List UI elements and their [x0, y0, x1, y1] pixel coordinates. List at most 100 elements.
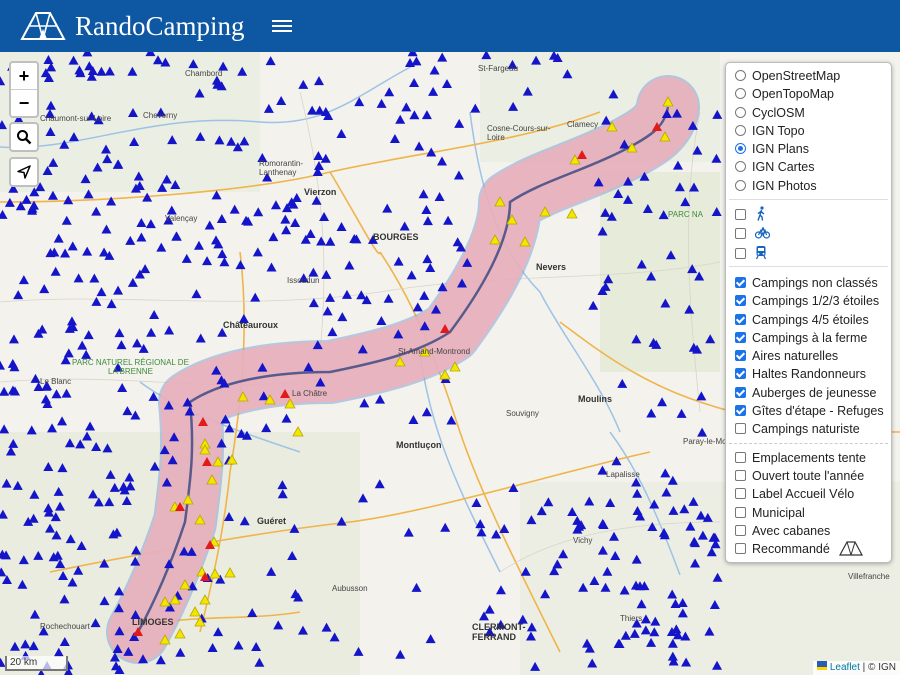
radio-ign-photos[interactable] — [735, 180, 746, 191]
leaflet-link[interactable]: Leaflet — [830, 662, 860, 673]
campsite-marker[interactable] — [216, 213, 227, 223]
campsite-marker[interactable] — [281, 225, 292, 235]
campsite-marker[interactable] — [61, 388, 72, 398]
campsite-marker[interactable] — [495, 585, 506, 595]
campsite-marker[interactable] — [191, 289, 202, 299]
campsite-marker[interactable] — [8, 334, 19, 344]
category-auberges-de-jeunesse[interactable]: Auberges de jeunesse — [735, 384, 876, 402]
campsite-marker[interactable] — [429, 65, 440, 75]
campsite-marker[interactable] — [418, 189, 429, 199]
option-avec-cabanes[interactable]: Avec cabanes — [735, 522, 830, 540]
campsite-marker[interactable] — [219, 257, 230, 267]
campsite-marker[interactable] — [96, 287, 107, 297]
campsite-marker[interactable] — [454, 118, 465, 128]
campsite-marker[interactable] — [39, 284, 50, 294]
checkbox-accueil-velo[interactable] — [735, 488, 746, 499]
category-aires-naturelles[interactable]: Aires naturelles — [735, 347, 838, 365]
campsite-marker[interactable] — [672, 160, 683, 170]
campsite-marker[interactable] — [336, 128, 347, 138]
campsite-marker[interactable] — [441, 78, 452, 88]
checkbox-ouvert-annee[interactable] — [735, 470, 746, 481]
campsite-marker[interactable] — [30, 373, 41, 383]
category-campings-naturiste[interactable]: Campings naturiste — [735, 420, 860, 438]
checkbox-haltes-randonneurs[interactable] — [735, 368, 746, 379]
campsite-marker[interactable] — [421, 204, 432, 214]
radio-ign-plans[interactable] — [735, 143, 746, 154]
filter-hiking[interactable] — [735, 206, 767, 224]
campsite-marker[interactable] — [57, 416, 68, 426]
campsite-marker[interactable] — [66, 316, 77, 326]
campsite-marker[interactable] — [307, 105, 318, 115]
campsite-marker[interactable] — [319, 212, 330, 222]
campsite-marker[interactable] — [399, 221, 410, 231]
campsite-marker[interactable] — [452, 237, 463, 247]
campsite-marker[interactable] — [7, 358, 18, 368]
campsite-marker[interactable] — [89, 273, 100, 283]
route-campsite-marker[interactable] — [566, 208, 578, 219]
campsite-marker[interactable] — [389, 133, 400, 143]
campsite-marker[interactable] — [145, 219, 156, 229]
category-gites-etape-refuges[interactable]: Gîtes d'étape - Refuges — [735, 402, 884, 420]
campsite-marker[interactable] — [53, 233, 64, 243]
campsite-marker[interactable] — [50, 266, 61, 276]
campsite-marker[interactable] — [422, 254, 433, 264]
checkbox-campings-1-2-3[interactable] — [735, 295, 746, 306]
campsite-marker[interactable] — [132, 338, 143, 348]
campsite-marker[interactable] — [419, 290, 430, 300]
campsite-marker[interactable] — [646, 408, 657, 418]
campsite-marker[interactable] — [376, 315, 387, 325]
tent-logo-icon[interactable] — [20, 9, 66, 43]
campsite-marker[interactable] — [136, 218, 147, 228]
campsite-marker[interactable] — [321, 269, 332, 279]
option-emplacements-tente[interactable]: Emplacements tente — [735, 449, 866, 467]
campsite-marker[interactable] — [47, 190, 58, 200]
checkbox-auberges[interactable] — [735, 387, 746, 398]
route-campsite-marker[interactable] — [292, 426, 304, 437]
campsite-marker[interactable] — [376, 98, 387, 108]
campsite-marker[interactable] — [202, 256, 213, 266]
campsite-marker[interactable] — [0, 386, 10, 396]
campsite-marker[interactable] — [437, 52, 448, 62]
checkbox-aires-naturelles[interactable] — [735, 350, 746, 361]
campsite-marker[interactable] — [73, 273, 84, 283]
campsite-marker[interactable] — [276, 96, 287, 106]
campsite-marker[interactable] — [77, 340, 88, 350]
campsite-marker[interactable] — [18, 275, 29, 285]
campsite-marker[interactable] — [235, 260, 246, 270]
campsite-marker[interactable] — [171, 231, 182, 241]
campsite-marker[interactable] — [499, 523, 510, 533]
campsite-marker[interactable] — [210, 235, 221, 245]
zoom-out-button[interactable]: − — [11, 89, 37, 116]
campsite-marker[interactable] — [193, 240, 204, 250]
campsite-marker[interactable] — [101, 224, 112, 234]
option-label-accueil-velo[interactable]: Label Accueil Vélo — [735, 485, 854, 503]
campsite-marker[interactable] — [440, 522, 451, 532]
radio-opentopomap[interactable] — [735, 88, 746, 99]
base-layer-ign-photos[interactable]: IGN Photos — [735, 177, 817, 195]
campsite-marker[interactable] — [428, 86, 439, 96]
category-campings-1-2-3-etoiles[interactable]: Campings 1/2/3 étoiles — [735, 292, 879, 310]
campsite-marker[interactable] — [114, 328, 125, 338]
campsite-marker[interactable] — [425, 262, 436, 272]
zoom-in-button[interactable]: + — [11, 63, 37, 89]
campsite-marker[interactable] — [414, 141, 425, 151]
campsite-marker[interactable] — [325, 236, 336, 246]
base-layer-ign-plans[interactable]: IGN Plans — [735, 140, 809, 158]
option-recommande[interactable]: Recommandé — [735, 540, 864, 558]
checkbox-naturiste[interactable] — [735, 423, 746, 434]
campsite-marker[interactable] — [406, 270, 417, 280]
campsite-marker[interactable] — [265, 56, 276, 66]
campsite-marker[interactable] — [393, 256, 404, 266]
checkbox-gites[interactable] — [735, 405, 746, 416]
campsite-marker[interactable] — [411, 56, 422, 66]
campsite-marker[interactable] — [344, 260, 355, 270]
campsite-marker[interactable] — [140, 264, 151, 274]
campsite-marker[interactable] — [117, 382, 128, 392]
checkbox-municipal[interactable] — [735, 507, 746, 518]
campsite-marker[interactable] — [83, 330, 94, 340]
campsite-marker[interactable] — [290, 218, 301, 228]
campsite-marker[interactable] — [425, 634, 436, 644]
campsite-marker[interactable] — [471, 497, 482, 507]
campsite-marker[interactable] — [270, 200, 281, 210]
campsite-marker[interactable] — [617, 378, 628, 388]
